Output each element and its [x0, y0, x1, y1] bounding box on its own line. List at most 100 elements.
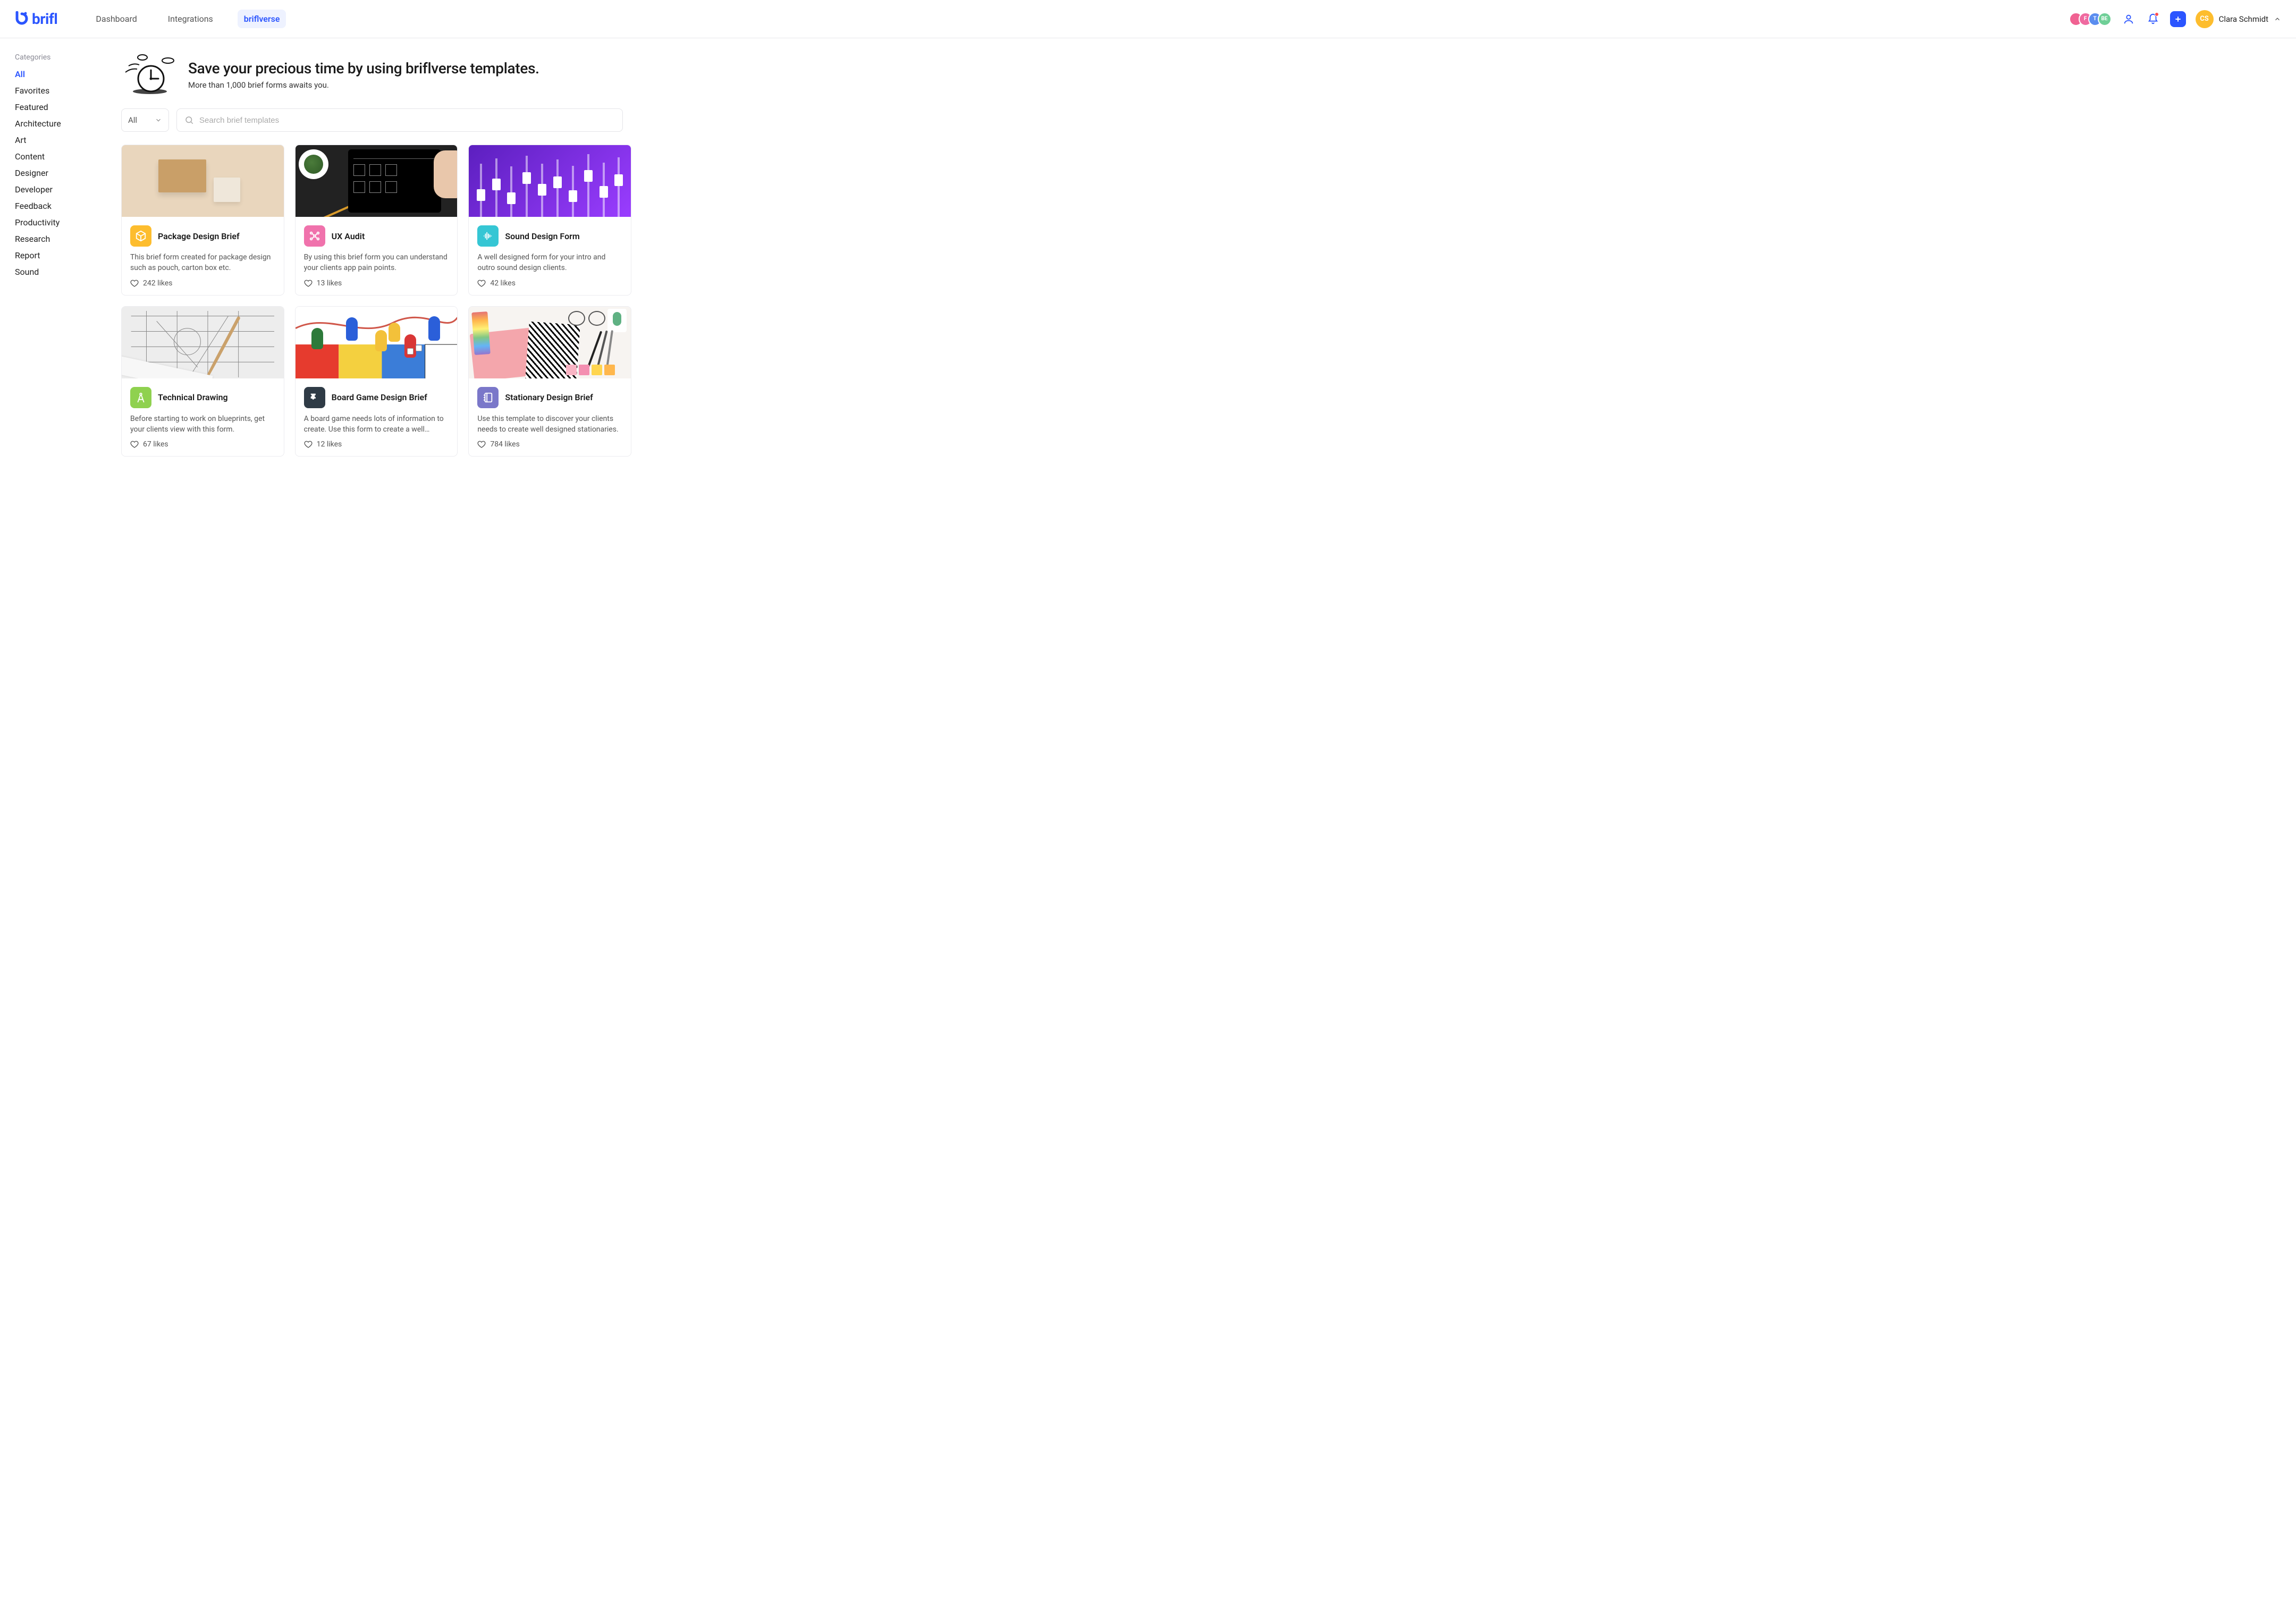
card-likes[interactable]: 67 likes	[130, 440, 275, 449]
card-description: By using this brief form you can underst…	[304, 252, 449, 274]
heart-icon	[130, 279, 139, 288]
card-icon-badge	[130, 387, 151, 408]
heart-icon	[477, 440, 486, 449]
heart-icon	[477, 279, 486, 288]
hero-title: Save your precious time by using briflve…	[188, 60, 539, 77]
card-thumbnail	[469, 307, 631, 378]
user-menu[interactable]: CS Clara Schmidt	[2196, 10, 2281, 28]
likes-count: 13 likes	[317, 279, 342, 288]
user-name: Clara Schmidt	[2219, 14, 2268, 24]
brand-mark-icon	[15, 11, 29, 27]
category-featured[interactable]: Featured	[15, 102, 105, 112]
card-thumbnail	[122, 145, 284, 217]
notification-dot	[2155, 12, 2159, 16]
card-thumbnail	[296, 145, 458, 217]
category-all[interactable]: All	[15, 69, 105, 79]
template-card[interactable]: Package Design Brief This brief form crea…	[121, 145, 284, 296]
search-icon	[184, 115, 194, 125]
card-icon-badge	[130, 225, 151, 247]
template-grid: Package Design Brief This brief form crea…	[121, 145, 631, 457]
heart-icon	[130, 440, 139, 449]
nav-item-dashboard[interactable]: Dashboard	[89, 10, 143, 28]
card-icon-badge	[304, 225, 325, 247]
sidebar-title: Categories	[15, 53, 105, 62]
chevron-down-icon	[155, 116, 162, 124]
card-likes[interactable]: 784 likes	[477, 440, 622, 449]
card-description: A well designed form for your intro and …	[477, 252, 622, 274]
card-icon-badge	[477, 387, 499, 408]
heart-icon	[304, 279, 313, 288]
category-favorites[interactable]: Favorites	[15, 86, 105, 96]
card-likes[interactable]: 13 likes	[304, 279, 449, 288]
template-card[interactable]: UX Audit By using this brief form you can…	[295, 145, 458, 296]
category-filter-dropdown[interactable]: All	[121, 108, 169, 132]
category-architecture[interactable]: Architecture	[15, 119, 105, 129]
card-likes[interactable]: 12 likes	[304, 440, 449, 449]
invite-user-button[interactable]	[2121, 12, 2136, 27]
category-art[interactable]: Art	[15, 135, 105, 145]
category-designer[interactable]: Designer	[15, 168, 105, 178]
card-description: Use this template to discover your clien…	[477, 414, 622, 435]
card-title: UX Audit	[332, 231, 365, 241]
card-thumbnail	[296, 307, 458, 378]
category-developer[interactable]: Developer	[15, 184, 105, 195]
collaborator-avatar: BE	[2098, 12, 2112, 26]
hero-subtitle: More than 1,000 brief forms awaits you.	[188, 80, 539, 90]
notebook-icon	[482, 392, 494, 403]
category-research[interactable]: Research	[15, 234, 105, 244]
nav-item-briflverse[interactable]: briflverse	[238, 10, 286, 28]
compass-icon	[135, 392, 147, 403]
card-description: Before starting to work on blueprints, g…	[130, 414, 275, 435]
user-plus-icon	[2123, 13, 2134, 25]
puzzle-icon	[309, 392, 320, 403]
search-input[interactable]	[199, 116, 615, 125]
likes-count: 12 likes	[317, 440, 342, 449]
card-description: A board game needs lots of information t…	[304, 414, 449, 435]
filter-value: All	[128, 115, 137, 125]
card-title: Package Design Brief	[158, 231, 240, 241]
brand-name: brifl	[32, 10, 57, 28]
category-productivity[interactable]: Productivity	[15, 217, 105, 227]
search-box[interactable]	[176, 108, 623, 132]
category-feedback[interactable]: Feedback	[15, 201, 105, 211]
collaborator-avatars[interactable]: FTBE	[2069, 12, 2112, 26]
notifications-button[interactable]	[2146, 12, 2160, 27]
card-likes[interactable]: 242 likes	[130, 279, 275, 288]
package-icon	[135, 230, 147, 242]
template-card[interactable]: Stationary Design Brief Use this template…	[468, 306, 631, 457]
network-icon	[309, 230, 320, 242]
category-sidebar: Categories All Favorites Featured Architect…	[15, 53, 105, 457]
template-card[interactable]: Sound Design Form A well designed form fo…	[468, 145, 631, 296]
card-likes[interactable]: 42 likes	[477, 279, 622, 288]
likes-count: 67 likes	[143, 440, 168, 449]
category-sound[interactable]: Sound	[15, 267, 105, 277]
nav-item-integrations[interactable]: Integrations	[162, 10, 220, 28]
user-avatar: CS	[2196, 10, 2214, 28]
create-button[interactable]	[2170, 11, 2186, 27]
card-title: Technical Drawing	[158, 392, 228, 402]
likes-count: 42 likes	[490, 279, 516, 288]
template-card[interactable]: Board Game Design Brief A board game need…	[295, 306, 458, 457]
primary-nav: Dashboard Integrations briflverse	[89, 10, 286, 28]
card-title: Stationary Design Brief	[505, 392, 593, 402]
card-icon-badge	[304, 387, 325, 408]
chevron-up-icon	[2274, 15, 2281, 23]
card-description: This brief form created for package desi…	[130, 252, 275, 274]
likes-count: 242 likes	[143, 279, 173, 288]
plus-icon	[2174, 15, 2182, 23]
header-actions: FTBE CS Clara Schmidt	[2069, 10, 2281, 28]
brand-logo[interactable]: brifl	[15, 10, 57, 28]
category-content[interactable]: Content	[15, 151, 105, 162]
app-header: brifl Dashboard Integrations briflverse FT…	[0, 0, 2296, 38]
search-row: All	[121, 108, 2281, 132]
hero: Save your precious time by using briflve…	[121, 53, 2281, 96]
main-content: Save your precious time by using briflve…	[121, 53, 2281, 457]
category-report[interactable]: Report	[15, 250, 105, 260]
likes-count: 784 likes	[490, 440, 520, 449]
card-thumbnail	[469, 145, 631, 217]
clock-illustration-icon	[121, 53, 180, 96]
card-title: Board Game Design Brief	[332, 392, 427, 402]
waveform-icon	[482, 230, 494, 242]
template-card[interactable]: Technical Drawing Before starting to work…	[121, 306, 284, 457]
card-title: Sound Design Form	[505, 231, 579, 241]
